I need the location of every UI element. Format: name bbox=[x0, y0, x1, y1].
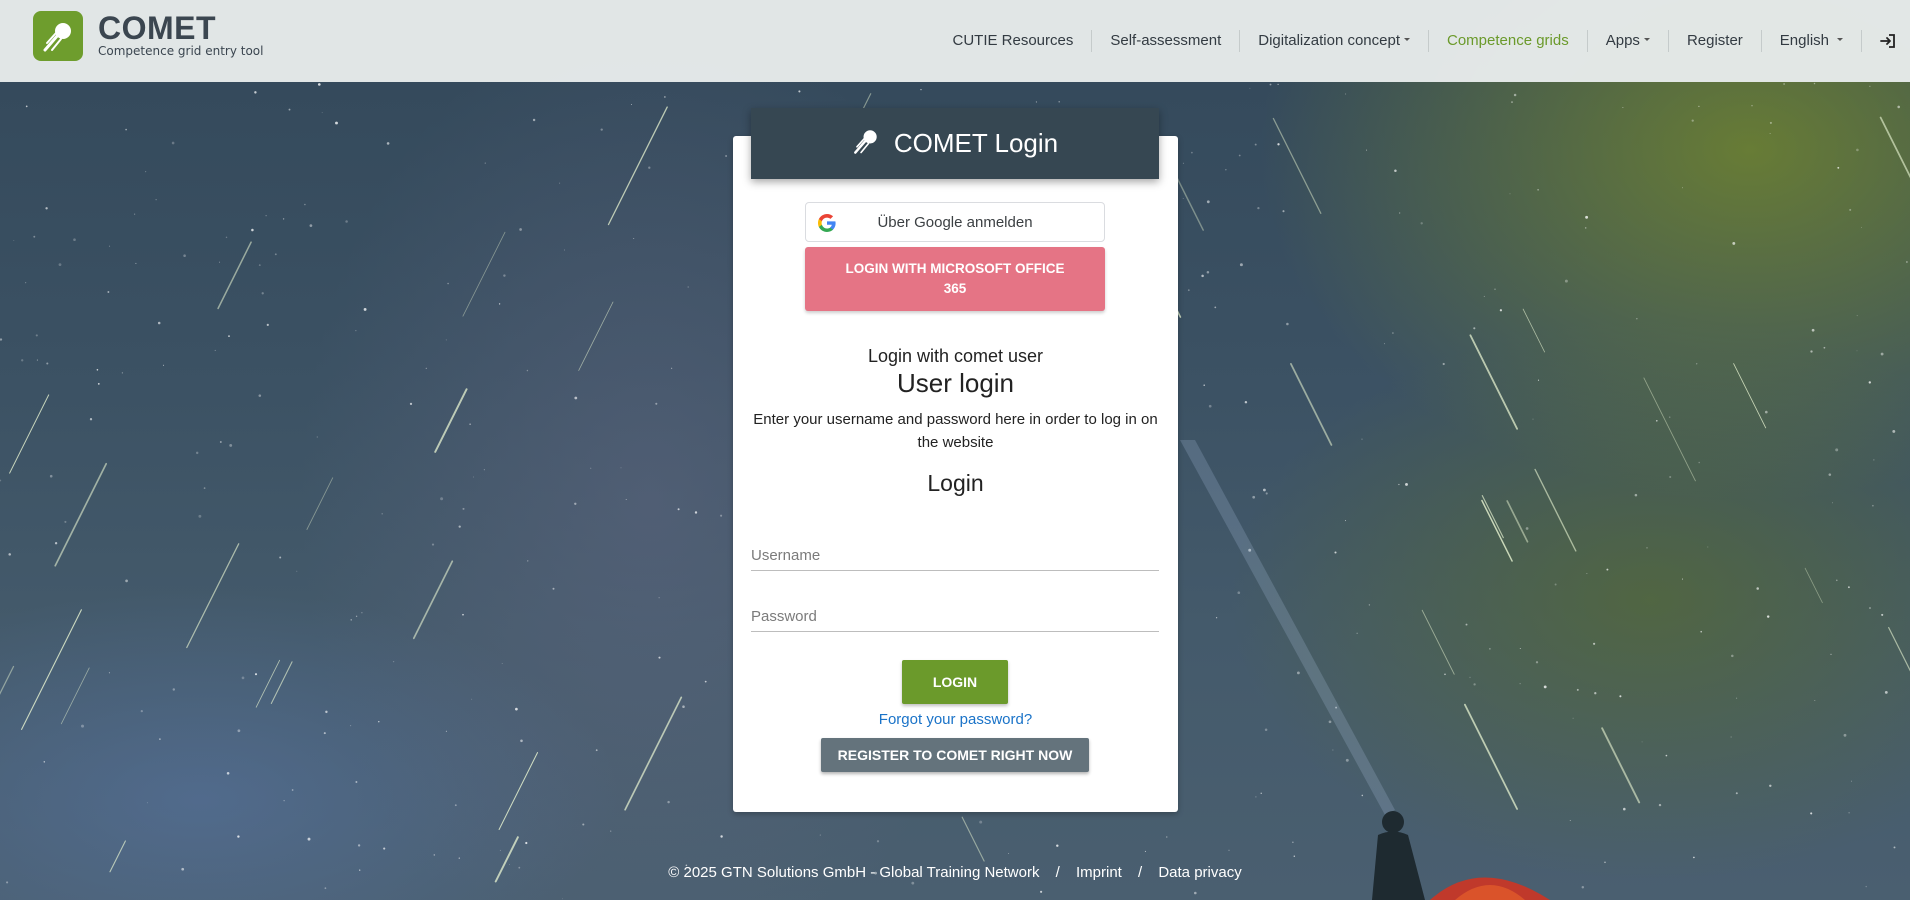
nav-item-digitalization-concept[interactable]: Digitalization concept bbox=[1239, 30, 1428, 52]
nav-item-label: Self-assessment bbox=[1110, 32, 1222, 49]
brand-link[interactable]: COMET Competence grid entry tool bbox=[33, 11, 263, 61]
login-card-header: COMET Login bbox=[751, 108, 1159, 179]
nav-item-self-assessment[interactable]: Self-assessment bbox=[1091, 30, 1239, 52]
login-description: Enter your username and password here in… bbox=[753, 411, 1158, 451]
login-with-text: Login with comet user bbox=[867, 346, 1044, 366]
language-label: English bbox=[1779, 32, 1829, 49]
google-login-button[interactable]: Über Google anmelden bbox=[805, 202, 1105, 242]
imprint-link[interactable]: Imprint bbox=[1076, 864, 1122, 881]
register-button[interactable]: REGISTER TO COMET RIGHT NOW bbox=[821, 738, 1089, 772]
footer-copyright: © 2025 GTN Solutions GmbH - Global Train… bbox=[668, 864, 1040, 881]
data-privacy-link[interactable]: Data privacy bbox=[1158, 864, 1241, 881]
comet-icon bbox=[33, 11, 83, 61]
caret-down-icon bbox=[1837, 37, 1843, 41]
nav-item-label: Apps bbox=[1605, 32, 1640, 49]
footer-separator: / bbox=[1055, 864, 1060, 881]
nav-item-label: Competence grids bbox=[1447, 32, 1569, 49]
sign-in-icon[interactable] bbox=[1861, 30, 1896, 52]
caret-down-icon bbox=[1643, 37, 1650, 41]
login-heading: Login bbox=[927, 470, 984, 496]
brand-title: COMET bbox=[98, 10, 217, 46]
login-card-title: COMET Login bbox=[893, 128, 1059, 158]
google-login-label: Über Google anmelden bbox=[877, 213, 1033, 231]
login-button[interactable]: LOGIN bbox=[902, 660, 1008, 704]
nav-item-label: Register bbox=[1686, 32, 1743, 49]
footer: © 2025 GTN Solutions GmbH - Global Train… bbox=[0, 864, 1910, 881]
nav-item-competence-grids[interactable]: Competence grids bbox=[1428, 30, 1587, 52]
nav-item-label: Digitalization concept bbox=[1258, 32, 1400, 49]
main-nav: CUTIE Resources Self-assessment Digitali… bbox=[935, 0, 1897, 82]
top-navbar: COMET Competence grid entry tool CUTIE R… bbox=[0, 0, 1910, 82]
language-selector[interactable]: English bbox=[1760, 30, 1861, 52]
nav-item-cutie-resources[interactable]: CUTIE Resources bbox=[935, 30, 1092, 52]
nav-item-apps[interactable]: Apps bbox=[1586, 30, 1668, 52]
brand-subtitle: Competence grid entry tool bbox=[98, 44, 264, 58]
password-input[interactable]: Password bbox=[751, 598, 1159, 632]
user-login-title: User login bbox=[896, 368, 1015, 398]
caret-down-icon bbox=[1404, 37, 1410, 41]
comet-icon bbox=[852, 127, 880, 160]
footer-separator: / bbox=[1138, 864, 1143, 881]
google-icon bbox=[818, 214, 836, 236]
nav-item-register[interactable]: Register bbox=[1667, 30, 1761, 52]
username-input[interactable]: Username bbox=[751, 537, 1159, 571]
forgot-password-link[interactable]: Forgot your password? bbox=[733, 711, 1178, 728]
nav-item-label: CUTIE Resources bbox=[952, 32, 1074, 49]
microsoft-login-button[interactable]: LOGIN WITH MICROSOFT OFFICE 365 bbox=[805, 247, 1105, 311]
